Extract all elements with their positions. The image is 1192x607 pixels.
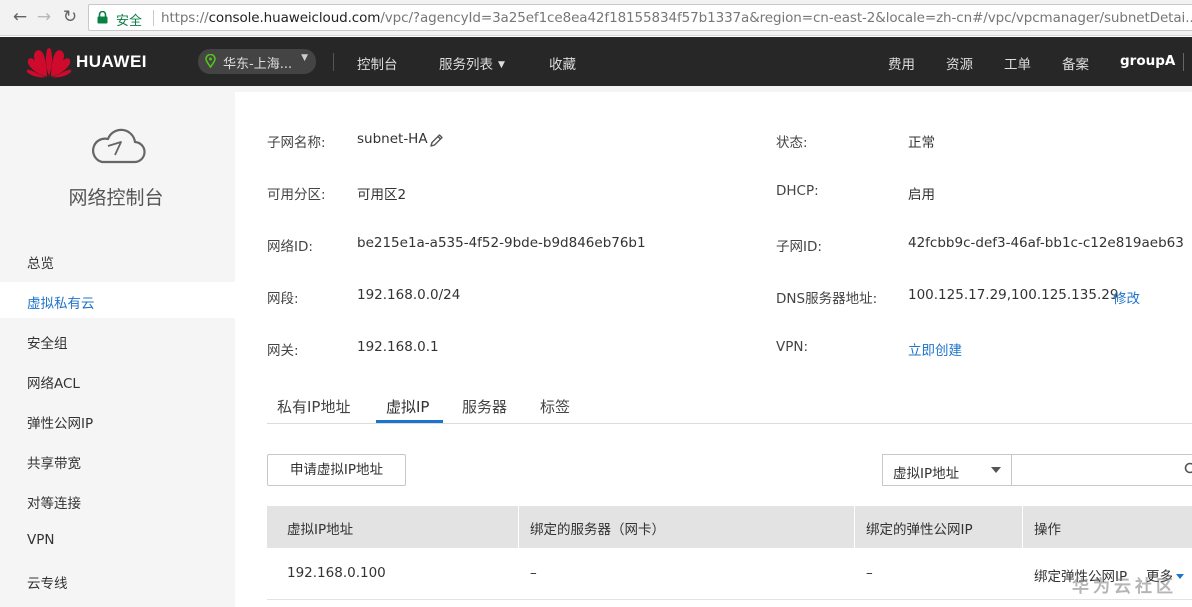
dns-label: DNS服务器地址:: [776, 291, 878, 307]
secure-label: 安全: [116, 14, 143, 29]
network-id-label: 网络ID:: [267, 239, 313, 255]
nav-divider: [333, 53, 334, 71]
cell-vip: 192.168.0.100: [287, 565, 386, 581]
gateway-label: 网关:: [267, 343, 299, 359]
dns-edit-link[interactable]: 修改: [1113, 287, 1140, 307]
omnibox-divider: [153, 10, 154, 26]
az-value: 可用区2: [357, 187, 407, 203]
chevron-down-icon: [1176, 574, 1184, 579]
subnet-name-value: subnet-HA: [357, 131, 428, 147]
nav-favorites[interactable]: 收藏: [549, 53, 576, 73]
nav-resources[interactable]: 资源: [946, 53, 973, 73]
url-host: console.huaweicloud.com: [208, 10, 381, 26]
column-header-vip: 虚拟IP地址: [287, 522, 354, 538]
subnet-name-label: 子网名称:: [267, 135, 326, 151]
sidebar-item-direct-connect[interactable]: 云专线: [27, 572, 68, 592]
tab-private-ip[interactable]: 私有IP地址: [277, 396, 350, 417]
tab-servers[interactable]: 服务器: [462, 396, 507, 417]
search-input[interactable]: [1011, 454, 1192, 486]
sidebar-item-shared-bandwidth[interactable]: 共享带宽: [27, 452, 81, 472]
column-header-server: 绑定的服务器（网卡）: [530, 522, 665, 538]
sidebar-item-network-acl[interactable]: 网络ACL: [27, 372, 80, 392]
vpn-label: VPN:: [776, 339, 809, 355]
back-arrow-icon[interactable]: ←: [9, 6, 31, 28]
sidebar-item-security-group[interactable]: 安全组: [27, 332, 68, 352]
dns-value: 100.125.17.29,100.125.135.29: [908, 287, 1119, 303]
cidr-label: 网段:: [267, 291, 299, 307]
network-id-value: be215e1a-a535-4f52-9bde-b9d846eb76b1: [357, 235, 646, 251]
region-selector[interactable]: 华东-上海... ▼: [198, 49, 316, 74]
search-filter-value: 虚拟IP地址: [893, 466, 960, 482]
chevron-down-icon: [991, 467, 1001, 473]
user-menu[interactable]: groupA: [1120, 53, 1175, 69]
subnet-id-value: 42fcbb9c-def3-46af-bb1c-c12e819aeb63: [908, 235, 1184, 251]
chevron-down-icon: ▼: [498, 60, 505, 70]
tab-virtual-ip[interactable]: 虚拟IP: [386, 396, 429, 417]
cell-eip: –: [866, 565, 873, 581]
edit-pencil-icon[interactable]: [429, 133, 444, 148]
address-bar[interactable]: 安全 https://console.huaweicloud.com/vpc/?…: [88, 4, 1192, 31]
table-row-divider: [267, 599, 1192, 600]
sidebar-item-vpn[interactable]: VPN: [27, 532, 54, 548]
tab-tags[interactable]: 标签: [540, 396, 570, 417]
top-navigation: HUAWEI 华东-上海... ▼ 控制台 服务列表 ▼ 收藏 费用 资源 工单 …: [0, 37, 1192, 86]
url-path: /vpc/?agencyId=3a25ef1ce8ea42f18155834f5…: [380, 10, 1192, 26]
column-divider: [1022, 506, 1023, 548]
active-tab-indicator: [376, 420, 443, 423]
apply-virtual-ip-button[interactable]: 申请虚拟IP地址: [267, 454, 406, 486]
nav-filing[interactable]: 备案: [1062, 53, 1089, 73]
location-pin-icon: [205, 54, 216, 68]
column-divider: [518, 506, 519, 548]
sidebar-item-peering[interactable]: 对等连接: [27, 492, 81, 512]
browser-toolbar: ← → ↻ 安全 https://console.huaweicloud.com…: [0, 0, 1192, 36]
chevron-down-icon: ▼: [301, 53, 308, 63]
nav-divider: [1183, 53, 1184, 71]
nav-tickets[interactable]: 工单: [1004, 53, 1031, 73]
logo-text[interactable]: HUAWEI: [76, 52, 147, 72]
column-divider: [854, 506, 855, 548]
az-label: 可用分区:: [267, 187, 326, 203]
cidr-value: 192.168.0.0/24: [357, 287, 461, 303]
region-label: 华东-上海...: [223, 57, 293, 72]
cloud-network-icon: [92, 128, 146, 164]
cell-server: –: [530, 565, 537, 581]
nav-billing[interactable]: 费用: [888, 53, 915, 73]
reload-icon[interactable]: ↻: [59, 6, 81, 28]
gateway-value: 192.168.0.1: [357, 339, 439, 355]
dhcp-value: 启用: [908, 187, 935, 203]
search-icon[interactable]: [1184, 462, 1192, 476]
url-scheme: https://: [161, 10, 209, 26]
watermark: 华为云社区: [1072, 577, 1177, 597]
column-header-eip: 绑定的弹性公网IP: [866, 522, 973, 538]
subnet-id-label: 子网ID:: [776, 239, 822, 255]
vpn-create-link[interactable]: 立即创建: [908, 339, 962, 359]
nav-console[interactable]: 控制台: [357, 53, 398, 73]
status-label: 状态:: [776, 135, 808, 151]
column-header-actions: 操作: [1034, 522, 1061, 538]
url-text[interactable]: https://console.huaweicloud.com/vpc/?age…: [161, 10, 1192, 26]
dhcp-label: DHCP:: [776, 183, 819, 199]
nav-service-list[interactable]: 服务列表 ▼: [439, 53, 505, 73]
huawei-logo-icon[interactable]: [26, 46, 72, 78]
sidebar-item-vpc[interactable]: 虚拟私有云: [27, 292, 95, 312]
nav-service-list-label: 服务列表: [439, 57, 493, 73]
sidebar-title: 网络控制台: [68, 187, 164, 209]
sidebar-item-overview[interactable]: 总览: [27, 252, 54, 272]
sidebar: 网络控制台 总览 虚拟私有云 安全组 网络ACL 弹性公网IP 共享带宽 对等连…: [0, 86, 235, 607]
sidebar-item-eip[interactable]: 弹性公网IP: [27, 412, 93, 432]
forward-arrow-icon[interactable]: →: [33, 6, 55, 28]
tabs-divider: [267, 423, 1192, 424]
content-top-strip: [235, 86, 1192, 92]
lock-icon: [97, 11, 108, 24]
status-value: 正常: [908, 135, 935, 151]
search-filter-select[interactable]: 虚拟IP地址: [882, 454, 1012, 486]
